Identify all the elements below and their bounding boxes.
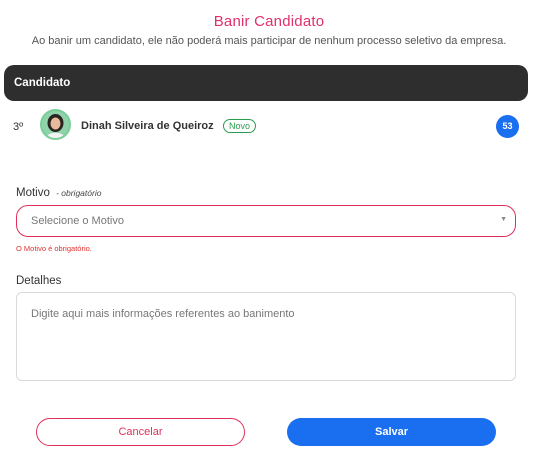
motivo-select[interactable]: Selecione o Motivo ▼ — [16, 205, 516, 237]
motivo-label: Motivo - obrigatório — [16, 187, 101, 199]
avatar — [40, 109, 71, 140]
motivo-label-text: Motivo — [16, 187, 50, 199]
motivo-required-hint: - obrigatório — [56, 188, 102, 198]
dialog-subtitle: Ao banir um candidato, ele não poderá ma… — [31, 35, 507, 47]
dialog-title: Banir Candidato — [213, 13, 325, 30]
detalhes-placeholder: Digite aqui mais informações referentes … — [31, 308, 295, 320]
new-badge: Novo — [223, 119, 257, 133]
chevron-down-icon: ▼ — [500, 216, 507, 223]
detalhes-label: Detalhes — [16, 275, 62, 287]
detalhes-textarea[interactable]: Digite aqui mais informações referentes … — [16, 292, 516, 381]
candidate-table-header: Candidato — [4, 65, 528, 101]
candidate-rank: 3º — [13, 121, 24, 133]
cancel-button[interactable]: Cancelar — [36, 418, 245, 446]
match-score-badge: 53 — [496, 115, 519, 138]
motivo-placeholder: Selecione o Motivo — [31, 215, 124, 227]
candidate-name[interactable]: Dinah Silveira de Queiroz — [81, 120, 214, 132]
candidate-column-label: Candidato — [14, 77, 71, 89]
save-button[interactable]: Salvar — [287, 418, 496, 446]
candidate-row: 3º Dinah Silveira de Queiroz Novo 53 — [0, 109, 538, 143]
motivo-error-message: O Motivo é obrigatório. — [16, 244, 92, 253]
